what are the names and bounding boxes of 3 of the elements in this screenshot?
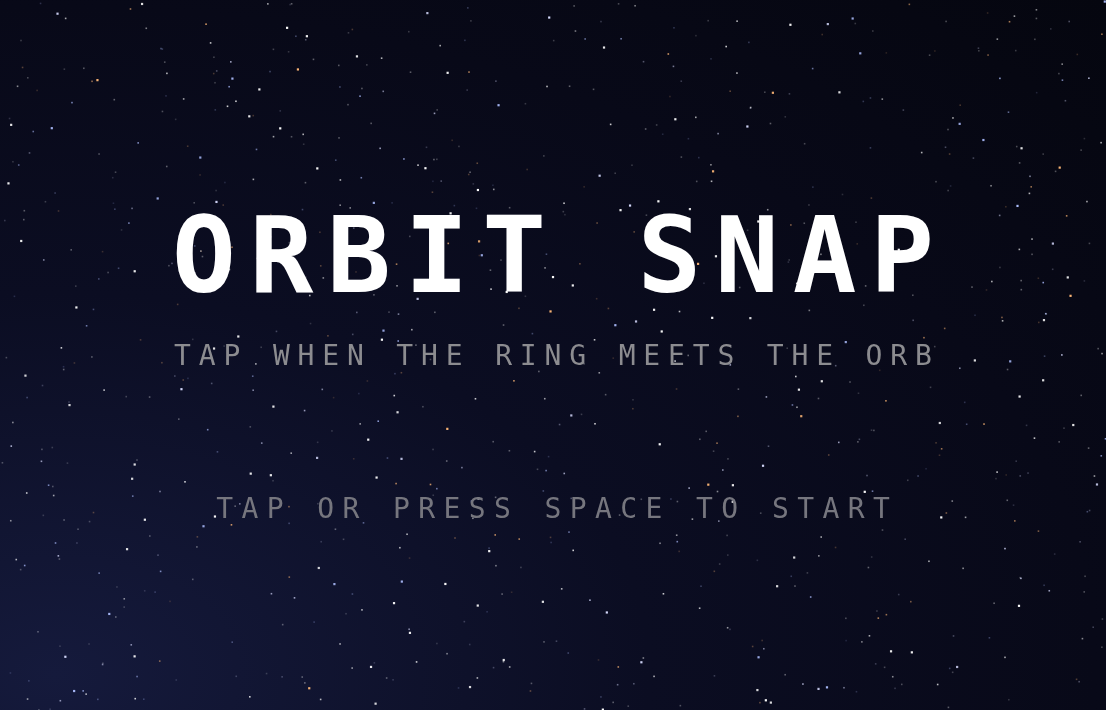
game-title: ORBIT SNAP [170,203,948,309]
game-subtitle: TAP WHEN THE RING MEETS THE ORB [173,342,940,370]
start-prompt: TAP OR PRESS SPACE TO START [215,495,899,523]
